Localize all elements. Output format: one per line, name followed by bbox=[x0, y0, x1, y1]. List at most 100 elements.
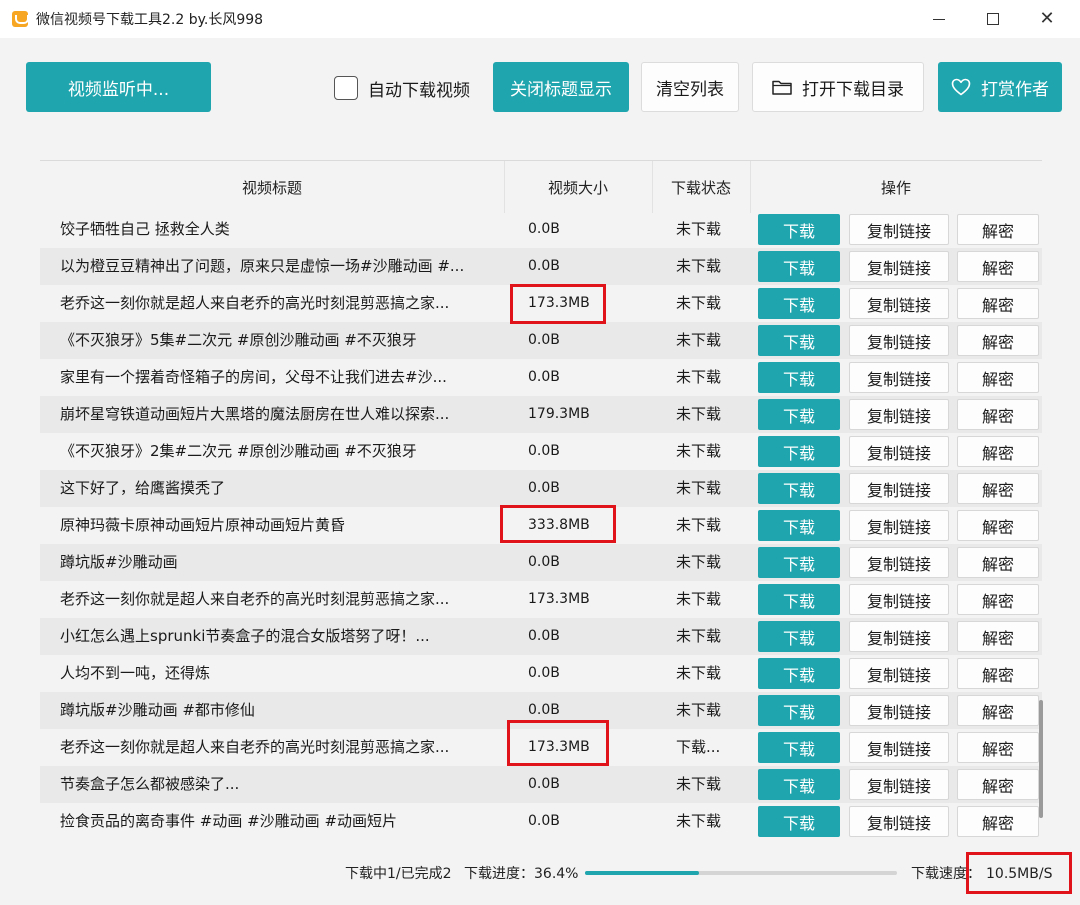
copy-link-button[interactable]: 复制链接 bbox=[849, 288, 949, 319]
auto-download-toggle[interactable]: 自动下载视频 bbox=[334, 75, 470, 101]
download-button[interactable]: 下载 bbox=[758, 621, 840, 652]
open-download-dir-label: 打开下载目录 bbox=[802, 79, 904, 100]
monitor-button[interactable]: 视频监听中... bbox=[26, 62, 211, 112]
download-button[interactable]: 下载 bbox=[758, 214, 840, 245]
copy-link-button[interactable]: 复制链接 bbox=[849, 658, 949, 689]
download-button[interactable]: 下载 bbox=[758, 362, 840, 393]
download-button[interactable]: 下载 bbox=[758, 288, 840, 319]
open-download-dir-button[interactable]: 打开下载目录 bbox=[752, 62, 924, 112]
table-row[interactable]: 节奏盒子怎么都被感染了... 0.0B 未下载 下载 复制链接 解密 bbox=[40, 766, 1042, 803]
decrypt-button[interactable]: 解密 bbox=[957, 214, 1039, 245]
copy-link-button[interactable]: 复制链接 bbox=[849, 436, 949, 467]
video-title: 蹲坑版#沙雕动画 #都市修仙 bbox=[60, 701, 255, 719]
title-bar: 微信视频号下载工具2.2 by.长风998 ✕ bbox=[0, 0, 1080, 38]
decrypt-button[interactable]: 解密 bbox=[957, 362, 1039, 393]
decrypt-button[interactable]: 解密 bbox=[957, 399, 1039, 430]
video-title: 原神玛薇卡原神动画短片原神动画短片黄昏 bbox=[60, 516, 346, 534]
table-scrollbar[interactable] bbox=[1039, 700, 1043, 818]
video-title: 以为橙豆豆精神出了问题，原来只是虚惊一场#沙雕动画 #... bbox=[60, 257, 465, 275]
decrypt-button[interactable]: 解密 bbox=[957, 584, 1039, 615]
download-status: 未下载 bbox=[676, 627, 722, 645]
clear-list-button[interactable]: 清空列表 bbox=[641, 62, 739, 112]
table-row[interactable]: 小红怎么遇上sprunki节奏盒子的混合女版塔努了呀！... 0.0B 未下载 下载复… bbox=[40, 618, 1042, 655]
minimize-button[interactable] bbox=[912, 0, 966, 38]
download-button[interactable]: 下载 bbox=[758, 769, 840, 800]
copy-link-button[interactable]: 复制链接 bbox=[849, 769, 949, 800]
window-title: 微信视频号下载工具2.2 by.长风998 bbox=[36, 12, 264, 28]
decrypt-button[interactable]: 解密 bbox=[957, 325, 1039, 356]
download-button[interactable]: 下载 bbox=[758, 473, 840, 504]
table-row[interactable]: 崩坏星穹铁道动画短片大黑塔的魔法厨房在世人难以探索... 179.3MB 未下载 下载… bbox=[40, 396, 1042, 433]
close-icon: ✕ bbox=[1039, 8, 1055, 29]
decrypt-button[interactable]: 解密 bbox=[957, 251, 1039, 282]
close-title-display-button[interactable]: 关闭标题显示 bbox=[493, 62, 629, 112]
download-status: 未下载 bbox=[676, 553, 722, 571]
table-header: 视频标题 视频大小 下载状态 操作 bbox=[40, 160, 1042, 213]
copy-link-button[interactable]: 复制链接 bbox=[849, 547, 949, 578]
decrypt-button[interactable]: 解密 bbox=[957, 732, 1039, 763]
download-button[interactable]: 下载 bbox=[758, 806, 840, 837]
video-size: 0.0B bbox=[528, 258, 560, 274]
download-status: 未下载 bbox=[676, 220, 722, 238]
decrypt-button[interactable]: 解密 bbox=[957, 473, 1039, 504]
download-status: 未下载 bbox=[676, 294, 722, 312]
decrypt-button[interactable]: 解密 bbox=[957, 436, 1039, 467]
close-window-button[interactable]: ✕ bbox=[1020, 0, 1074, 38]
copy-link-button[interactable]: 复制链接 bbox=[849, 510, 949, 541]
table-row[interactable]: 老乔这一刻你就是超人来自老乔的高光时刻混剪恶搞之家... 173.3MB 未下载 下载… bbox=[40, 581, 1042, 618]
copy-link-button[interactable]: 复制链接 bbox=[849, 695, 949, 726]
copy-link-button[interactable]: 复制链接 bbox=[849, 732, 949, 763]
download-button[interactable]: 下载 bbox=[758, 399, 840, 430]
video-title: 老乔这一刻你就是超人来自老乔的高光时刻混剪恶搞之家... bbox=[60, 590, 450, 608]
decrypt-button[interactable]: 解密 bbox=[957, 658, 1039, 689]
decrypt-button[interactable]: 解密 bbox=[957, 806, 1039, 837]
download-button[interactable]: 下载 bbox=[758, 732, 840, 763]
download-button[interactable]: 下载 bbox=[758, 325, 840, 356]
download-button[interactable]: 下载 bbox=[758, 658, 840, 689]
auto-download-checkbox[interactable] bbox=[334, 76, 358, 100]
table-row[interactable]: 饺子牺牲自己 拯救全人类 0.0B 未下载 下载 复制链接 解密 bbox=[40, 211, 1042, 248]
copy-link-button[interactable]: 复制链接 bbox=[849, 473, 949, 504]
decrypt-button[interactable]: 解密 bbox=[957, 695, 1039, 726]
maximize-button[interactable] bbox=[966, 0, 1020, 38]
header-actions: 操作 bbox=[880, 178, 911, 197]
download-status: 未下载 bbox=[676, 257, 722, 275]
video-size: 0.0B bbox=[528, 628, 560, 644]
video-size: 0.0B bbox=[528, 369, 560, 385]
download-button[interactable]: 下载 bbox=[758, 584, 840, 615]
header-status: 下载状态 bbox=[670, 178, 731, 197]
download-progress-bar bbox=[585, 871, 897, 875]
folder-icon bbox=[772, 79, 792, 95]
table-row[interactable]: 蹲坑版#沙雕动画 0.0B 未下载 下载 复制链接 解密 bbox=[40, 544, 1042, 581]
table-row[interactable]: 以为橙豆豆精神出了问题，原来只是虚惊一场#沙雕动画 #... 0.0B 未下载 下载复… bbox=[40, 248, 1042, 285]
download-button[interactable]: 下载 bbox=[758, 510, 840, 541]
decrypt-button[interactable]: 解密 bbox=[957, 769, 1039, 800]
decrypt-button[interactable]: 解密 bbox=[957, 510, 1039, 541]
download-button[interactable]: 下载 bbox=[758, 436, 840, 467]
copy-link-button[interactable]: 复制链接 bbox=[849, 806, 949, 837]
copy-link-button[interactable]: 复制链接 bbox=[849, 362, 949, 393]
copy-link-button[interactable]: 复制链接 bbox=[849, 621, 949, 652]
download-status: 未下载 bbox=[676, 516, 722, 534]
copy-link-button[interactable]: 复制链接 bbox=[849, 214, 949, 245]
download-button[interactable]: 下载 bbox=[758, 695, 840, 726]
copy-link-button[interactable]: 复制链接 bbox=[849, 399, 949, 430]
table-row[interactable]: 这下好了，给鹰酱摸秃了 0.0B 未下载 下载 复制链接 解密 bbox=[40, 470, 1042, 507]
copy-link-button[interactable]: 复制链接 bbox=[849, 584, 949, 615]
table-row[interactable]: 人均不到一吨，还得炼 0.0B 未下载 下载 复制链接 解密 bbox=[40, 655, 1042, 692]
table-row[interactable]: 家里有一个摆着奇怪箱子的房间，父母不让我们进去#沙... 0.0B 未下载 下载 复制链… bbox=[40, 359, 1042, 396]
video-title: 《不灭狼牙》5集#二次元 #原创沙雕动画 #不灭狼牙 bbox=[60, 331, 417, 349]
tip-author-button[interactable]: 打赏作者 bbox=[938, 62, 1062, 112]
decrypt-button[interactable]: 解密 bbox=[957, 621, 1039, 652]
decrypt-button[interactable]: 解密 bbox=[957, 547, 1039, 578]
copy-link-button[interactable]: 复制链接 bbox=[849, 325, 949, 356]
table-row[interactable]: 捡食贡品的离奇事件 #动画 #沙雕动画 #动画短片 0.0B 未下载 下载 复制链接 解密 bbox=[40, 803, 1042, 840]
table-row[interactable]: 《不灭狼牙》5集#二次元 #原创沙雕动画 #不灭狼牙 0.0B 未下载 下载 复制链接解… bbox=[40, 322, 1042, 359]
download-button[interactable]: 下载 bbox=[758, 251, 840, 282]
video-title: 小红怎么遇上sprunki节奏盒子的混合女版塔努了呀！... bbox=[60, 627, 430, 645]
download-status: 未下载 bbox=[676, 664, 722, 682]
download-button[interactable]: 下载 bbox=[758, 547, 840, 578]
decrypt-button[interactable]: 解密 bbox=[957, 288, 1039, 319]
table-row[interactable]: 《不灭狼牙》2集#二次元 #原创沙雕动画 #不灭狼牙 0.0B 未下载 下载 复制链接解… bbox=[40, 433, 1042, 470]
copy-link-button[interactable]: 复制链接 bbox=[849, 251, 949, 282]
